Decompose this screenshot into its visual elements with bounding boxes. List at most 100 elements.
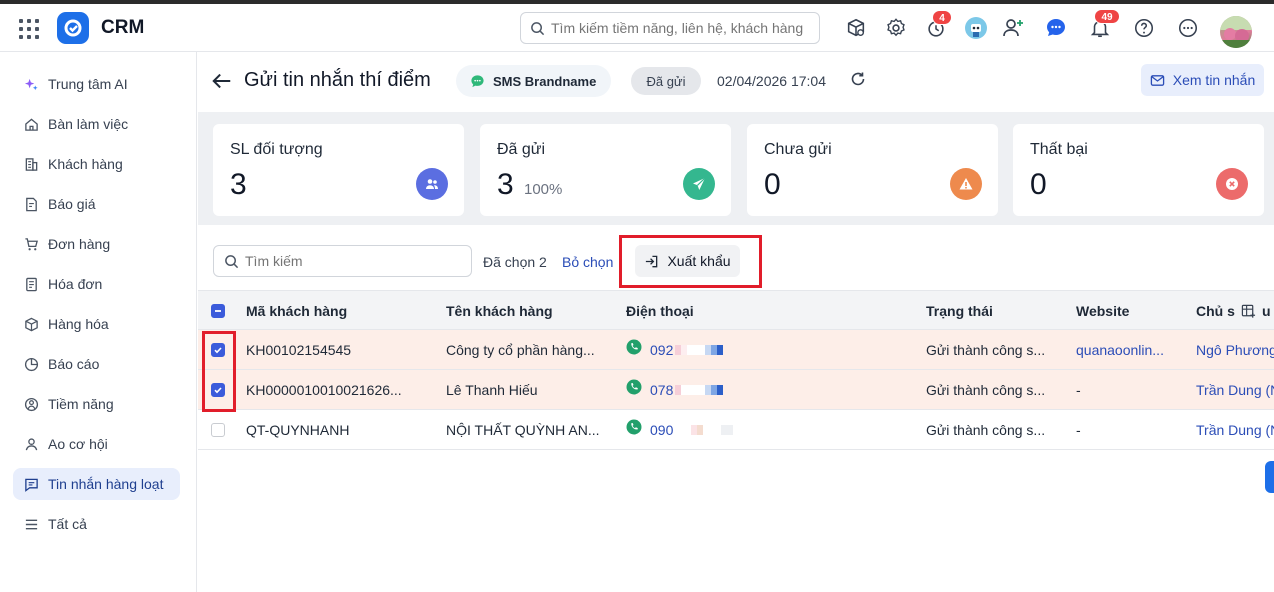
status-badge: Đã gửi	[631, 67, 701, 95]
cell-name: Lê Thanh Hiếu	[446, 382, 538, 398]
sidebar-item-invoices[interactable]: Hóa đơn	[13, 268, 180, 300]
cell-code: KH0000010010021626...	[246, 382, 402, 398]
sms-bubble-icon	[471, 74, 484, 87]
column-settings-icon[interactable]	[1241, 291, 1256, 331]
sidebar-item-label: Hóa đơn	[48, 276, 103, 292]
sidebar-item-ai-center[interactable]: Trung tâm AI	[13, 68, 180, 100]
cell-phone[interactable]: 078	[626, 370, 724, 410]
redacted-digits	[691, 425, 734, 435]
cell-owner[interactable]: Trần Dung (N	[1196, 410, 1274, 450]
col-header-owner[interactable]: Chủ s	[1196, 291, 1240, 331]
redacted-digits	[675, 385, 724, 395]
table-row[interactable]: KH00102154545 Công ty cổ phần hàng... 09…	[198, 330, 1274, 370]
cell-website: -	[1076, 382, 1081, 398]
global-search-input[interactable]	[551, 20, 811, 36]
sidebar-item-products[interactable]: Hàng hóa	[13, 308, 180, 340]
cell-name: Công ty cổ phần hàng...	[446, 342, 595, 358]
refresh-icon[interactable]	[850, 71, 866, 92]
sidebar: Trung tâm AI Bàn làm việc Khách hàng Báo…	[0, 52, 197, 592]
table-search-input[interactable]	[245, 253, 465, 269]
deselect-link[interactable]: Bỏ chọn	[562, 254, 613, 270]
col-header-phone[interactable]: Điện thoại	[626, 291, 694, 331]
sidebar-item-label: Báo giá	[48, 196, 96, 212]
phone-icon	[626, 419, 642, 435]
send-icon	[683, 168, 715, 200]
chat-icon[interactable]	[1044, 16, 1068, 40]
add-user-icon[interactable]	[1001, 16, 1025, 40]
cart-icon	[25, 237, 38, 250]
col-header-status[interactable]: Trạng thái	[926, 291, 993, 331]
sidebar-item-quotes[interactable]: Báo giá	[13, 188, 180, 220]
stat-card-unsent: Chưa gửi 0	[747, 124, 998, 216]
phone-number: 092	[650, 342, 674, 358]
row-checkbox[interactable]	[211, 423, 225, 437]
main-content: Gửi tin nhắn thí điểm SMS Brandname Đã g…	[198, 52, 1274, 592]
side-panel-toggle[interactable]	[1265, 461, 1274, 493]
row-checkbox[interactable]	[211, 383, 225, 397]
crm-logo-icon[interactable]	[57, 12, 89, 44]
user-avatar[interactable]	[1220, 16, 1252, 48]
table-search[interactable]	[213, 245, 472, 277]
stat-label: Chưa gửi	[764, 141, 832, 158]
stat-percent: 100%	[524, 181, 563, 198]
quote-icon	[26, 197, 37, 211]
selected-count: Đã chọn 2	[483, 254, 547, 270]
gear-icon[interactable]	[884, 16, 908, 40]
sidebar-item-bulk-messages[interactable]: Tin nhắn hàng loạt	[13, 468, 180, 500]
page-title: Gửi tin nhắn thí điểm	[244, 69, 431, 91]
help-icon[interactable]	[1132, 16, 1156, 40]
search-icon	[225, 254, 239, 268]
stat-card-failed: Thất bại 0	[1013, 124, 1264, 216]
select-all-checkbox[interactable]	[211, 304, 225, 318]
notification-badge: 49	[1094, 9, 1120, 24]
col-header-owner-tail: u	[1262, 303, 1271, 319]
back-arrow-icon[interactable]	[211, 70, 233, 97]
menu-icon	[25, 519, 38, 529]
cell-owner[interactable]: Trần Dung (N	[1196, 370, 1274, 410]
row-checkbox[interactable]	[211, 343, 225, 357]
sidebar-item-customers[interactable]: Khách hàng	[13, 148, 180, 180]
sidebar-item-label: Báo cáo	[48, 356, 100, 372]
col-header-code[interactable]: Mã khách hàng	[246, 291, 347, 331]
users-icon	[416, 168, 448, 200]
sidebar-item-leads[interactable]: Tiềm năng	[13, 388, 180, 420]
stat-value: 0	[764, 168, 781, 201]
app-name: CRM	[101, 17, 145, 38]
cell-owner[interactable]: Ngô Phương	[1196, 330, 1274, 370]
package-icon[interactable]	[844, 16, 868, 40]
sidebar-item-opportunities[interactable]: Ao cơ hội	[13, 428, 180, 460]
export-button[interactable]: Xuất khẩu	[635, 245, 740, 277]
stat-label: Thất bại	[1030, 141, 1088, 158]
cell-website[interactable]: quanaoonlin...	[1076, 330, 1164, 370]
view-message-button[interactable]: Xem tin nhắn	[1141, 64, 1264, 96]
sidebar-item-workspace[interactable]: Bàn làm việc	[13, 108, 180, 140]
cell-status: Gửi thành công s...	[926, 382, 1046, 398]
col-header-name[interactable]: Tên khách hàng	[446, 291, 553, 331]
col-header-website[interactable]: Website	[1076, 291, 1129, 331]
sidebar-item-all[interactable]: Tất cả	[13, 508, 180, 540]
cell-phone[interactable]: 092	[626, 330, 724, 370]
stat-value: 0	[1030, 168, 1047, 201]
failed-icon	[1216, 168, 1248, 200]
global-search[interactable]	[520, 12, 820, 44]
opportunity-icon	[25, 437, 38, 450]
sidebar-item-label: Trung tâm AI	[48, 76, 128, 92]
table-row[interactable]: QT-QUYNHANH NỘI THẤT QUỲNH AN... 090 Gửi…	[198, 410, 1274, 450]
robot-avatar-icon[interactable]	[964, 16, 988, 40]
view-message-label: Xem tin nhắn	[1172, 72, 1256, 88]
search-icon	[531, 21, 545, 35]
sidebar-item-label: Đơn hàng	[48, 236, 111, 252]
cell-phone[interactable]: 090	[626, 410, 734, 450]
cell-code: KH00102154545	[246, 342, 352, 358]
box-icon	[25, 317, 38, 331]
home-icon	[25, 117, 38, 131]
mail-icon	[1150, 74, 1164, 86]
sidebar-item-reports[interactable]: Báo cáo	[13, 348, 180, 380]
building-icon	[25, 157, 38, 171]
sidebar-item-label: Bàn làm việc	[48, 116, 129, 132]
sidebar-item-orders[interactable]: Đơn hàng	[13, 228, 180, 260]
more-icon[interactable]	[1176, 16, 1200, 40]
table-row[interactable]: KH0000010010021626... Lê Thanh Hiếu 078 …	[198, 370, 1274, 410]
table-header: Mã khách hàng Tên khách hàng Điện thoại …	[198, 290, 1274, 330]
apps-grid-icon[interactable]	[19, 19, 39, 39]
